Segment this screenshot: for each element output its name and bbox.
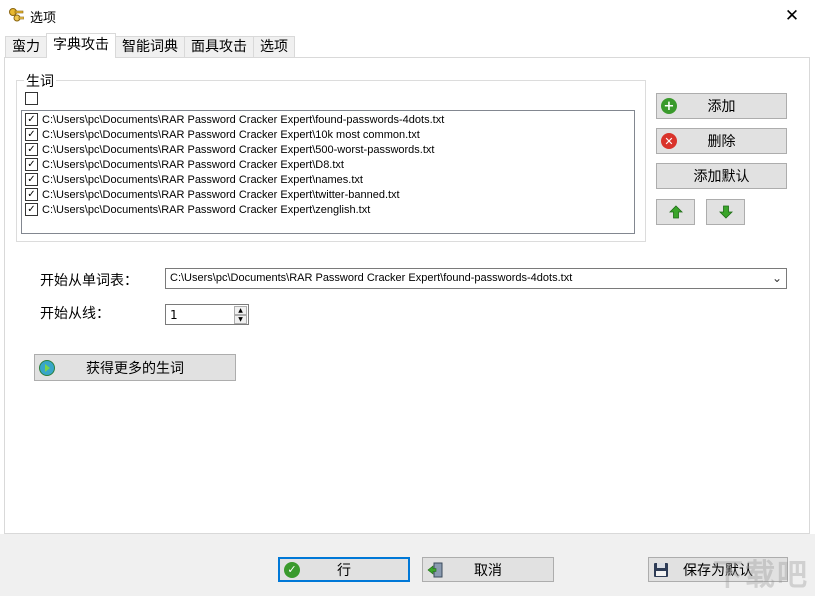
- delete-icon: ✕: [661, 133, 677, 149]
- item-checkbox[interactable]: ✓: [25, 203, 38, 216]
- floppy-disk-icon: [654, 563, 668, 577]
- arrow-down-icon: [718, 205, 733, 219]
- list-item[interactable]: ✓ C:\Users\pc\Documents\RAR Password Cra…: [22, 172, 634, 187]
- item-checkbox[interactable]: ✓: [25, 113, 38, 126]
- close-button[interactable]: ✕: [769, 0, 815, 31]
- close-icon: ✕: [784, 5, 800, 26]
- item-checkbox[interactable]: ✓: [25, 188, 38, 201]
- list-item[interactable]: ✓ C:\Users\pc\Documents\RAR Password Cra…: [22, 112, 634, 127]
- move-up-button[interactable]: [656, 199, 695, 225]
- stepper-up-icon[interactable]: ▲: [234, 306, 247, 315]
- wordlist-path: C:\Users\pc\Documents\RAR Password Crack…: [42, 113, 445, 126]
- ok-button[interactable]: ✓ 行: [278, 557, 410, 582]
- add-button-label: 添加: [707, 99, 736, 115]
- delete-button[interactable]: ✕ 删除: [656, 128, 787, 154]
- tab-smart-dictionary[interactable]: 智能词典: [115, 36, 185, 58]
- wordlist-path: C:\Users\pc\Documents\RAR Password Crack…: [42, 128, 420, 141]
- get-more-words-button[interactable]: 获得更多的生词: [34, 354, 236, 381]
- wordlist-path: C:\Users\pc\Documents\RAR Password Crack…: [42, 188, 400, 201]
- list-item[interactable]: ✓ C:\Users\pc\Documents\RAR Password Cra…: [22, 157, 634, 172]
- green-arrow-icon: [39, 359, 55, 376]
- wordlist-path: C:\Users\pc\Documents\RAR Password Crack…: [42, 158, 344, 171]
- list-item[interactable]: ✓ C:\Users\pc\Documents\RAR Password Cra…: [22, 187, 634, 202]
- add-default-button[interactable]: 添加默认: [656, 163, 787, 189]
- wordlist-path: C:\Users\pc\Documents\RAR Password Crack…: [42, 143, 435, 156]
- wordlist-path: C:\Users\pc\Documents\RAR Password Crack…: [42, 203, 371, 216]
- cancel-button[interactable]: 取消: [422, 557, 554, 582]
- title-bar: 选项 ✕: [0, 0, 815, 31]
- stepper-down-icon[interactable]: ▼: [234, 315, 247, 324]
- start-wordlist-label: 开始从单词表：: [40, 273, 138, 289]
- list-item[interactable]: ✓ C:\Users\pc\Documents\RAR Password Cra…: [22, 142, 634, 157]
- tab-brute-force[interactable]: 蛮力: [5, 36, 47, 58]
- start-wordlist-select[interactable]: C:\Users\pc\Documents\RAR Password Crack…: [165, 268, 787, 289]
- select-all-checkbox[interactable]: [25, 92, 38, 105]
- add-default-button-label: 添加默认: [693, 169, 750, 185]
- wordlist-list[interactable]: ✓ C:\Users\pc\Documents\RAR Password Cra…: [21, 110, 635, 234]
- list-item[interactable]: ✓ C:\Users\pc\Documents\RAR Password Cra…: [22, 202, 634, 217]
- wordlist-group-label: 生词: [24, 71, 56, 91]
- wordlist-path: C:\Users\pc\Documents\RAR Password Crack…: [42, 173, 363, 186]
- item-checkbox[interactable]: ✓: [25, 158, 38, 171]
- stepper-buttons: ▲ ▼: [234, 306, 247, 324]
- start-wordlist-value: C:\Users\pc\Documents\RAR Password Crack…: [170, 272, 573, 284]
- exit-door-icon: [427, 562, 443, 578]
- ok-button-label: 行: [337, 562, 351, 579]
- add-button[interactable]: + 添加: [656, 93, 787, 119]
- arrow-up-icon: [668, 205, 683, 219]
- cancel-button-label: 取消: [474, 562, 502, 579]
- get-more-words-label: 获得更多的生词: [86, 360, 184, 377]
- chevron-down-icon: ⌄: [771, 271, 782, 285]
- item-checkbox[interactable]: ✓: [25, 128, 38, 141]
- start-line-value: 1: [170, 308, 178, 322]
- start-line-label: 开始从线：: [40, 306, 110, 322]
- tab-options[interactable]: 选项: [253, 36, 295, 58]
- window-title: 选项: [30, 11, 57, 26]
- tab-strip: 蛮力 字典攻击 智能词典 面具攻击 选项: [5, 33, 295, 58]
- checkmark-icon: ✓: [284, 561, 300, 578]
- start-line-stepper[interactable]: 1 ▲ ▼: [165, 304, 249, 325]
- item-checkbox[interactable]: ✓: [25, 173, 38, 186]
- item-checkbox[interactable]: ✓: [25, 143, 38, 156]
- app-keys-icon: [9, 8, 24, 22]
- tab-dictionary-attack[interactable]: 字典攻击: [46, 33, 116, 58]
- list-item[interactable]: ✓ C:\Users\pc\Documents\RAR Password Cra…: [22, 127, 634, 142]
- plus-icon: +: [661, 98, 677, 114]
- delete-button-label: 删除: [707, 134, 736, 150]
- move-down-button[interactable]: [706, 199, 745, 225]
- tab-mask-attack[interactable]: 面具攻击: [184, 36, 254, 58]
- watermark-logo: 下载吧: [713, 558, 809, 593]
